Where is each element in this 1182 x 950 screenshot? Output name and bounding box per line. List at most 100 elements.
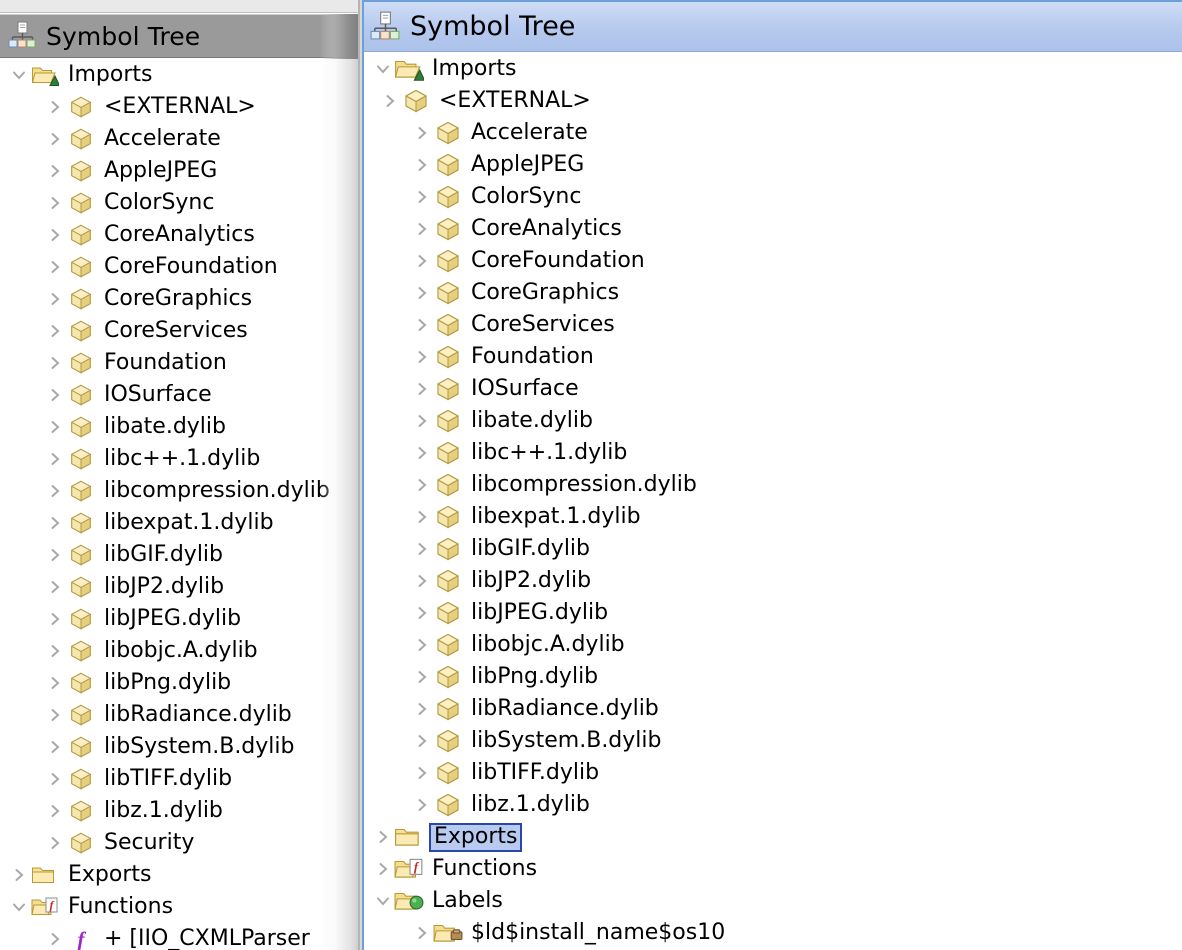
chevron-right-icon[interactable] [44,162,66,180]
chevron-right-icon[interactable] [411,700,433,718]
chevron-right-icon[interactable] [411,636,433,654]
tree-row-import-library[interactable]: libGIF.dylib [0,539,360,571]
tree-row-import-library[interactable]: libJP2.dylib [0,571,360,603]
chevron-right-icon[interactable] [44,514,66,532]
tree-row-import-library[interactable]: IOSurface [0,379,360,411]
tree-row-import-library[interactable]: libJP2.dylib [364,565,1182,597]
chevron-down-icon[interactable] [8,898,30,916]
symbol-tree-content-focused[interactable]: Imports <EXTERNAL> Accelerate AppleJPEG Col… [364,53,1182,950]
chevron-right-icon[interactable] [372,860,394,878]
chevron-right-icon[interactable] [411,764,433,782]
chevron-right-icon[interactable] [411,572,433,590]
chevron-right-icon[interactable] [411,316,433,334]
chevron-right-icon[interactable] [411,604,433,622]
tree-row-import-library[interactable]: libJPEG.dylib [364,597,1182,629]
tree-row-import-library[interactable]: libcompression.dylib [364,469,1182,501]
tree-row-import-library[interactable]: libTIFF.dylib [0,763,360,795]
tree-row-import-library[interactable]: <EXTERNAL> [0,91,360,123]
chevron-right-icon[interactable] [44,546,66,564]
tree-row-import-library[interactable]: libz.1.dylib [364,789,1182,821]
tree-row-import-library[interactable]: libobjc.A.dylib [0,635,360,667]
tree-row-import-library[interactable]: CoreFoundation [0,251,360,283]
chevron-down-icon[interactable] [372,60,394,78]
symbol-tree-content-background[interactable]: Imports <EXTERNAL> Accelerate AppleJPEG Col… [0,59,360,950]
chevron-right-icon[interactable] [411,668,433,686]
chevron-right-icon[interactable] [411,348,433,366]
tree-row-import-library[interactable]: ColorSync [364,181,1182,213]
tree-row-import-library[interactable]: <EXTERNAL> [364,85,1182,117]
tree-row-import-library[interactable]: Foundation [0,347,360,379]
tree-row-functions[interactable]: f Functions [0,891,360,923]
tree-row-import-library[interactable]: AppleJPEG [0,155,360,187]
chevron-right-icon[interactable] [44,322,66,340]
chevron-right-icon[interactable] [411,124,433,142]
chevron-right-icon[interactable] [44,386,66,404]
tree-row-exports[interactable]: Exports [0,859,360,891]
tree-row-import-library[interactable]: libz.1.dylib [0,795,360,827]
chevron-right-icon[interactable] [44,290,66,308]
tree-row-import-library[interactable]: libate.dylib [0,411,360,443]
tree-row-import-library[interactable]: CoreServices [364,309,1182,341]
tree-row-function-item[interactable]: f + [IIO_CXMLParser [0,923,360,950]
symbol-tree-panel-background[interactable]: Symbol Tree Imports <EXTERNAL> Accelerat… [0,0,360,950]
chevron-right-icon[interactable] [411,156,433,174]
tree-row-import-library[interactable]: libPng.dylib [0,667,360,699]
tree-row-import-library[interactable]: libexpat.1.dylib [364,501,1182,533]
chevron-right-icon[interactable] [44,738,66,756]
chevron-right-icon[interactable] [44,482,66,500]
chevron-right-icon[interactable] [411,220,433,238]
chevron-right-icon[interactable] [44,578,66,596]
tree-row-import-library[interactable]: libJPEG.dylib [0,603,360,635]
symbol-tree-panel-focused[interactable]: Symbol Tree Imports <EXTERNAL> Accelerat… [362,0,1182,950]
chevron-right-icon[interactable] [44,98,66,116]
panel-title-bar-background[interactable]: Symbol Tree [0,14,360,58]
chevron-right-icon[interactable] [8,866,30,884]
tree-row-import-library[interactable]: IOSurface [364,373,1182,405]
tree-row-import-library[interactable]: libc++.1.dylib [364,437,1182,469]
tree-row-import-library[interactable]: libc++.1.dylib [0,443,360,475]
chevron-down-icon[interactable] [372,892,394,910]
chevron-right-icon[interactable] [44,834,66,852]
tree-row-labels[interactable]: Labels [364,885,1182,917]
chevron-right-icon[interactable] [44,610,66,628]
chevron-right-icon[interactable] [44,930,66,948]
chevron-right-icon[interactable] [44,194,66,212]
chevron-right-icon[interactable] [411,796,433,814]
chevron-right-icon[interactable] [44,802,66,820]
chevron-right-icon[interactable] [379,92,401,110]
tree-row-import-library[interactable]: libRadiance.dylib [364,693,1182,725]
tree-row-import-library[interactable]: CoreAnalytics [364,213,1182,245]
tree-row-exports[interactable]: Exports [364,821,1182,853]
chevron-right-icon[interactable] [411,732,433,750]
chevron-right-icon[interactable] [411,380,433,398]
tree-label-exports-selected[interactable]: Exports [429,822,523,852]
tree-row-label-namespace[interactable]: $ld$install_name$os10 [364,917,1182,949]
chevron-right-icon[interactable] [411,924,433,942]
chevron-right-icon[interactable] [411,284,433,302]
tree-row-import-library[interactable]: CoreFoundation [364,245,1182,277]
chevron-down-icon[interactable] [8,66,30,84]
chevron-right-icon[interactable] [44,706,66,724]
chevron-right-icon[interactable] [44,770,66,788]
chevron-right-icon[interactable] [372,828,394,846]
chevron-right-icon[interactable] [44,642,66,660]
tree-row-import-library[interactable]: Accelerate [0,123,360,155]
tree-row-import-library[interactable]: libate.dylib [364,405,1182,437]
tree-row-import-library[interactable]: libobjc.A.dylib [364,629,1182,661]
tree-row-functions[interactable]: f Functions [364,853,1182,885]
tree-row-import-library[interactable]: libTIFF.dylib [364,757,1182,789]
chevron-right-icon[interactable] [411,412,433,430]
tree-row-import-library[interactable]: ColorSync [0,187,360,219]
chevron-right-icon[interactable] [44,258,66,276]
chevron-right-icon[interactable] [411,476,433,494]
chevron-right-icon[interactable] [44,354,66,372]
tree-row-import-library[interactable]: Security [0,827,360,859]
tree-row-import-library[interactable]: libRadiance.dylib [0,699,360,731]
tree-row-import-library[interactable]: libexpat.1.dylib [0,507,360,539]
chevron-right-icon[interactable] [411,444,433,462]
panel-title-bar-focused[interactable]: Symbol Tree [364,2,1182,52]
tree-row-import-library[interactable]: libcompression.dylib [0,475,360,507]
tree-row-import-library[interactable]: CoreGraphics [364,277,1182,309]
tree-row-import-library[interactable]: libGIF.dylib [364,533,1182,565]
chevron-right-icon[interactable] [44,226,66,244]
